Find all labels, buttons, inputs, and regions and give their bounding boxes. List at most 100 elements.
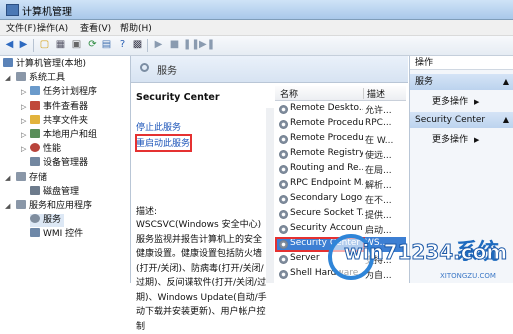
restart-service-icon[interactable]: ▶❚ — [199, 39, 215, 51]
refresh-icon[interactable]: ⟳ — [86, 39, 99, 51]
service-description-cell: RPC... — [365, 118, 392, 128]
watermark-logo: 系统 win71234.com XITONGZU.COM — [328, 230, 513, 283]
computer-icon — [3, 58, 13, 67]
start-service-icon[interactable]: ▶ — [152, 39, 165, 51]
service-gear-icon — [279, 225, 288, 234]
tree-event-viewer[interactable]: 事件查看器 — [30, 101, 88, 114]
list-scrollbar[interactable] — [266, 108, 274, 283]
tree-performance[interactable]: 性能 — [30, 143, 61, 156]
event-viewer-icon — [30, 101, 40, 110]
performance-icon — [30, 143, 40, 152]
service-row[interactable]: Remote Deskto... 允许... — [275, 102, 406, 117]
users-icon — [30, 129, 40, 138]
expand-arrow-icon[interactable]: ▷ — [21, 129, 26, 142]
list-header: 名称 描述 — [275, 86, 406, 101]
service-title: Security Center — [136, 92, 220, 103]
service-gear-icon — [279, 210, 288, 219]
service-name: Remote Procedu... — [290, 133, 363, 143]
more-actions-security-center[interactable]: 更多操作 ▶ — [432, 132, 479, 145]
expand-arrow-icon[interactable]: ▷ — [21, 115, 26, 128]
service-name: Remote Procedu... — [290, 118, 363, 128]
service-row[interactable]: Remote Procedu...RPC... — [275, 117, 406, 132]
service-name: Remote Deskto... — [290, 103, 363, 113]
services-header: 服务 — [131, 56, 408, 83]
collapse-up-icon[interactable]: ▲ — [503, 112, 509, 128]
console-tree-icon[interactable]: ▩ — [131, 39, 144, 51]
tree-device-manager[interactable]: 设备管理器 — [30, 157, 88, 170]
search-icon — [140, 63, 149, 72]
service-description-cell: 在局... — [365, 166, 392, 176]
expand-arrow-icon[interactable]: ▷ — [21, 101, 26, 114]
tree-wmi[interactable]: WMI 控件 — [30, 228, 83, 241]
actions-section-security-center[interactable]: Security Center ▲ — [410, 112, 513, 128]
storage-icon — [16, 172, 26, 181]
service-row[interactable]: Remote Procedu...在 W... — [275, 132, 406, 147]
service-gear-icon — [279, 105, 288, 114]
expand-arrow-icon[interactable]: ▷ — [21, 86, 26, 99]
clock-icon — [30, 86, 40, 95]
help-icon[interactable]: ? — [116, 39, 129, 51]
wmi-icon — [30, 228, 40, 237]
tree-system-tools[interactable]: 系统工具 — [16, 72, 65, 85]
tools-icon — [16, 72, 26, 81]
collapse-up-icon[interactable]: ▲ — [503, 74, 509, 90]
gear-icon — [30, 214, 40, 223]
menu-file[interactable]: 文件(F) — [6, 21, 36, 34]
menu-action[interactable]: 操作(A) — [37, 21, 68, 34]
service-row[interactable]: RPC Endpoint M... 解析... — [275, 177, 406, 192]
back-arrow-icon[interactable]: ◀ — [3, 39, 16, 51]
tree-shared-folders[interactable]: 共享文件夹 — [30, 115, 88, 128]
service-gear-icon — [279, 150, 288, 159]
tree-services-apps[interactable]: 服务和应用程序 — [16, 200, 92, 213]
column-divider[interactable] — [363, 88, 364, 99]
toolbar-divider — [33, 39, 34, 52]
submenu-arrow-icon: ▶ — [474, 136, 480, 144]
restart-highlight-box — [135, 134, 192, 152]
tree-services[interactable]: 服务 — [30, 214, 65, 227]
tree-storage[interactable]: 存储 — [16, 172, 47, 185]
service-row[interactable]: Secondary Logon 在不... — [275, 192, 406, 207]
service-row[interactable]: Secure Socket T... 提供... — [275, 207, 406, 222]
stop-service-icon[interactable]: ■ — [168, 39, 181, 51]
export-list-icon[interactable]: ▤ — [100, 39, 113, 51]
forward-arrow-icon[interactable]: ▶ — [17, 39, 30, 51]
menu-bar: 文件(F) 操作(A) 查看(V) 帮助(H) — [0, 20, 513, 36]
collapse-arrow-icon[interactable]: ◢ — [5, 72, 10, 85]
computer-management-icon — [6, 4, 19, 16]
service-description-cell: 在不... — [365, 196, 392, 206]
pause-service-icon[interactable]: ❚❚ — [183, 39, 200, 51]
service-name: Routing and Re... — [290, 163, 363, 173]
console-tree: 计算机管理(本地) ◢ 系统工具 ▷ 任务计划程序 ▷ 事件查看器 ▷ 共享文件… — [0, 56, 131, 283]
service-gear-icon — [279, 195, 288, 204]
actions-section-services[interactable]: 服务 ▲ — [410, 74, 513, 90]
services-header-title: 服务 — [157, 66, 177, 77]
expand-arrow-icon[interactable]: ▷ — [21, 143, 26, 156]
service-row[interactable]: Remote Registry 使远... — [275, 147, 406, 162]
service-name: RPC Endpoint M... — [290, 178, 363, 188]
window-title: 计算机管理 — [22, 7, 72, 18]
service-name: Remote Registry — [290, 148, 363, 158]
title-bar: 计算机管理 — [0, 0, 513, 20]
stop-service-link[interactable]: 停止此服务 — [136, 120, 181, 133]
service-gear-icon — [279, 270, 288, 279]
tree-disk-management[interactable]: 磁盘管理 — [30, 186, 79, 199]
show-hide-tree-icon[interactable]: ▦ — [54, 39, 67, 51]
services-apps-icon — [16, 200, 26, 209]
tree-local-users[interactable]: 本地用户和组 — [30, 129, 97, 142]
service-row[interactable]: Routing and Re... 在局... — [275, 162, 406, 177]
collapse-arrow-icon[interactable]: ◢ — [5, 172, 10, 185]
tree-root[interactable]: 计算机管理(本地) — [3, 58, 86, 71]
folder-up-icon[interactable]: ▢ — [38, 39, 51, 51]
menu-view[interactable]: 查看(V) — [80, 21, 111, 34]
service-name: Secure Socket T... — [290, 208, 363, 218]
properties-icon[interactable]: ▣ — [70, 39, 83, 51]
service-description-cell: 提供... — [365, 211, 392, 221]
menu-help[interactable]: 帮助(H) — [120, 21, 152, 34]
column-name[interactable]: 名称 — [280, 87, 298, 100]
collapse-arrow-icon[interactable]: ◢ — [5, 200, 10, 213]
service-description-cell: 在 W... — [365, 136, 394, 146]
service-description-cell: 解析... — [365, 181, 392, 191]
more-actions-services[interactable]: 更多操作 ▶ — [432, 94, 479, 107]
tree-task-scheduler[interactable]: 任务计划程序 — [30, 86, 97, 99]
column-description[interactable]: 描述 — [367, 87, 385, 100]
